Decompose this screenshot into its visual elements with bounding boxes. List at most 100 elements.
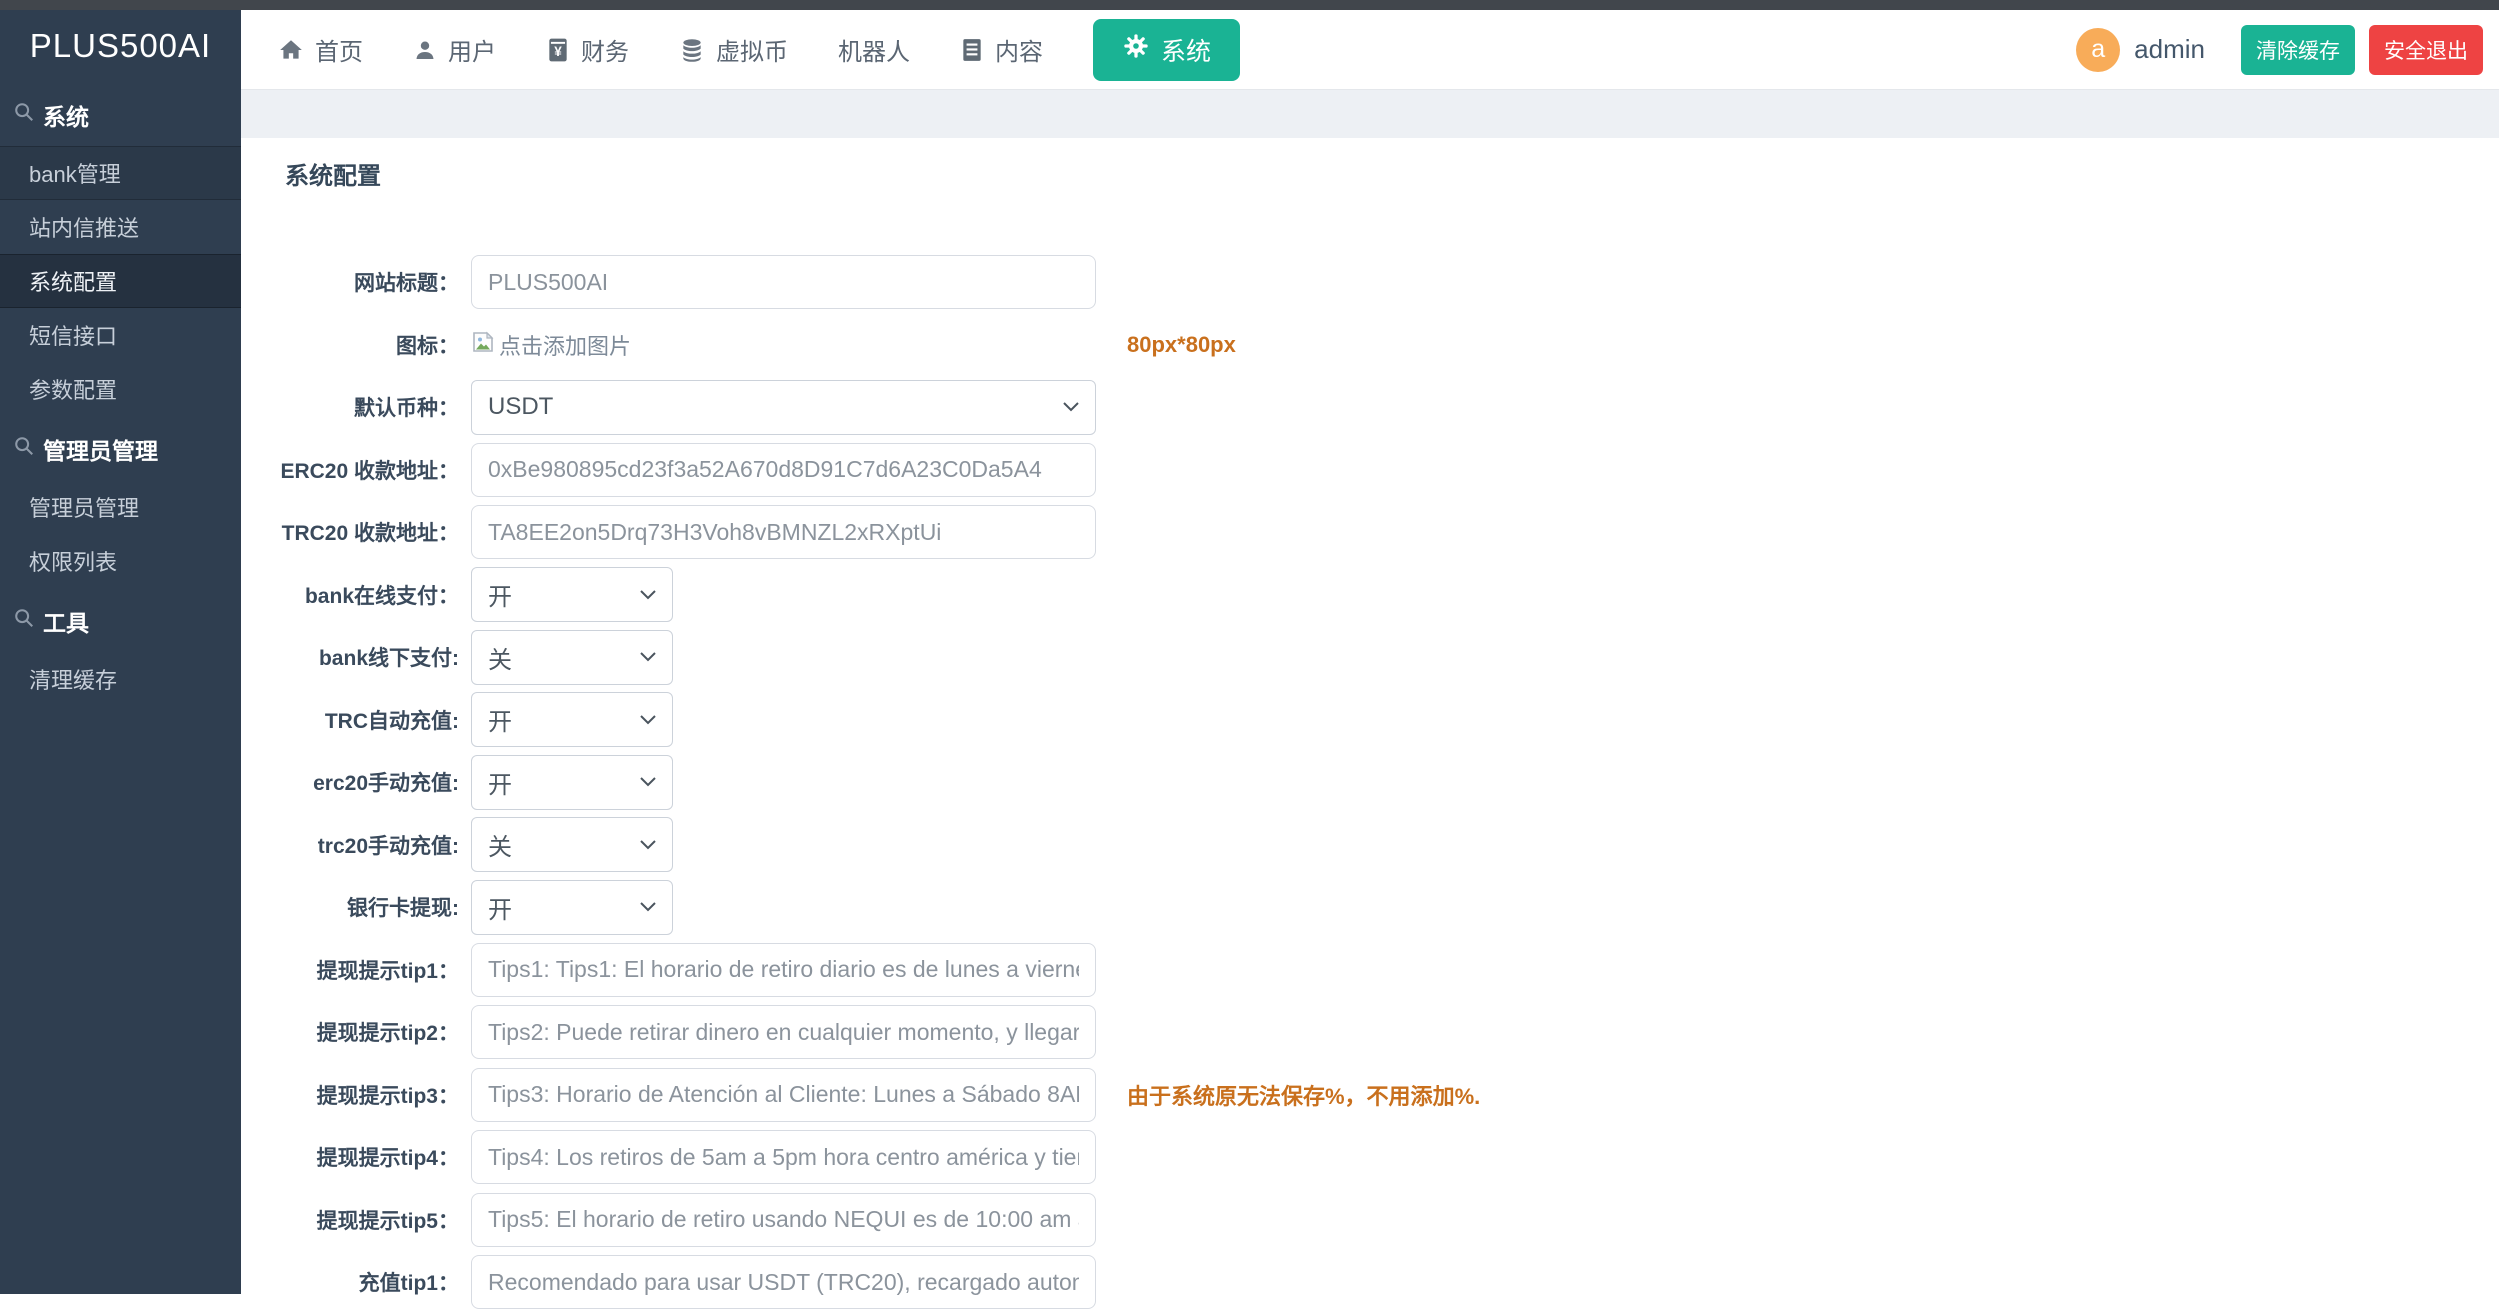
- main-content: 系统配置 网站标题：图标：点击添加图片80px*80px默认币种：USDTERC…: [241, 138, 2499, 1294]
- withdraw-tip2-input[interactable]: [471, 1005, 1096, 1059]
- form-row-bankcard-withdraw: 银行卡提现:开: [241, 876, 2499, 939]
- sidebar-item-site-message[interactable]: 站内信推送: [0, 200, 241, 254]
- search-icon: [13, 435, 35, 463]
- form-row-erc20-address: ERC20 收款地址：: [241, 439, 2499, 502]
- trc20-manual-select[interactable]: 关: [471, 817, 673, 872]
- nav-item-finance[interactable]: ¥财务: [546, 32, 629, 67]
- sidebar-item-admin-manage[interactable]: 管理员管理: [0, 480, 241, 534]
- withdraw-tip5-input[interactable]: [471, 1193, 1096, 1247]
- content-spacer: [241, 90, 2499, 138]
- form-row-site-icon: 图标：点击添加图片80px*80px: [241, 314, 2499, 377]
- main-nav: 首页 用户 ¥财务 虚拟币 机器人 内容 系统: [278, 19, 1280, 81]
- avatar[interactable]: a: [2076, 28, 2120, 72]
- form-row-site-title: 网站标题：: [241, 251, 2499, 314]
- sidebar-section-1[interactable]: 管理员管理: [0, 416, 241, 480]
- chevron-down-icon: [640, 777, 656, 787]
- nav-right: a admin 清除缓存 安全退出: [2076, 25, 2483, 75]
- nav-item-label: 用户: [448, 32, 496, 67]
- withdraw-tip4-input[interactable]: [471, 1130, 1096, 1184]
- chevron-down-icon: [640, 840, 656, 850]
- field-label: TRC自动充值:: [241, 705, 471, 735]
- field-label: ERC20 收款地址：: [241, 455, 471, 485]
- nav-item-home[interactable]: 首页: [278, 32, 363, 67]
- nav-item-label: 财务: [581, 32, 629, 67]
- form-row-bank-offline-pay: bank线下支付:关: [241, 626, 2499, 689]
- chevron-down-icon: [640, 715, 656, 725]
- form-row-bank-online-pay: bank在线支付： 开: [241, 564, 2499, 627]
- form-row-erc20-manual: erc20手动充值: 开: [241, 751, 2499, 814]
- sidebar-item-perm-list[interactable]: 权限列表: [0, 534, 241, 588]
- nav-item-contentm[interactable]: 内容: [960, 32, 1043, 67]
- sidebar-section-2[interactable]: 工具: [0, 588, 241, 652]
- default-currency-select[interactable]: USDT: [471, 380, 1096, 435]
- chevron-down-icon: [640, 590, 656, 600]
- withdraw-tip1-input[interactable]: [471, 943, 1096, 997]
- form-row-withdraw-tip3: 提现提示tip3：由于系统原无法保存%，不用添加%.: [241, 1064, 2499, 1127]
- sidebar-item-label: 清理缓存: [29, 663, 117, 695]
- withdraw-tip3-note: 由于系统原无法保存%，不用添加%.: [1127, 1079, 1480, 1111]
- top-strip: [0, 0, 2499, 10]
- select-value: 开: [488, 765, 512, 800]
- bank-online-pay-select[interactable]: 开: [471, 567, 673, 622]
- form-row-withdraw-tip2: 提现提示tip2：: [241, 1001, 2499, 1064]
- system-config-form: 网站标题：图标：点击添加图片80px*80px默认币种：USDTERC20 收款…: [241, 251, 2499, 1314]
- top-nav: 首页 用户 ¥财务 虚拟币 机器人 内容 系统 a admin 清除缓存 安全退出: [241, 10, 2499, 90]
- nav-item-label: 系统: [1161, 32, 1211, 68]
- field-label: trc20手动充值:: [241, 830, 471, 860]
- sidebar-item-label: 管理员管理: [29, 491, 139, 523]
- withdraw-tip3-input[interactable]: [471, 1068, 1096, 1122]
- select-value: USDT: [488, 393, 553, 421]
- field-label: erc20手动充值:: [241, 767, 471, 797]
- recharge-tip1-input[interactable]: [471, 1255, 1096, 1309]
- nav-item-system[interactable]: 系统: [1093, 19, 1240, 81]
- sidebar-item-sms-api[interactable]: 短信接口: [0, 308, 241, 362]
- nav-item-label: 首页: [315, 32, 363, 67]
- select-value: 开: [488, 702, 512, 737]
- trc20-address-input[interactable]: [471, 505, 1096, 559]
- search-icon: [13, 101, 35, 129]
- app-logo: PLUS500AI: [0, 10, 241, 82]
- field-label: bank在线支付：: [241, 580, 471, 610]
- sidebar-item-label: bank管理: [29, 157, 121, 189]
- bankcard-withdraw-select[interactable]: 开: [471, 880, 673, 935]
- chevron-down-icon: [640, 652, 656, 662]
- field-label: 充值tip1：: [241, 1267, 471, 1297]
- field-label: 提现提示tip4：: [241, 1142, 471, 1172]
- site-title-input[interactable]: [471, 255, 1096, 309]
- nav-item-users[interactable]: 用户: [413, 32, 496, 67]
- logout-button[interactable]: 安全退出: [2369, 25, 2483, 75]
- sidebar-item-param-config[interactable]: 参数配置: [0, 362, 241, 416]
- page-title: 系统配置: [285, 156, 2499, 191]
- sidebar-section-title: 系统: [43, 98, 89, 132]
- site-icon-note: 80px*80px: [1127, 332, 1236, 358]
- sidebar-item-system-config[interactable]: 系统配置: [0, 254, 241, 308]
- trc-auto-recharge-select[interactable]: 开: [471, 692, 673, 747]
- erc20-address-input[interactable]: [471, 443, 1096, 497]
- select-value: 关: [488, 827, 512, 862]
- sidebar-menu: 系统bank管理站内信推送系统配置短信接口参数配置管理员管理管理员管理权限列表工…: [0, 82, 241, 706]
- select-value: 开: [488, 577, 512, 612]
- nav-item-crypto[interactable]: 虚拟币: [679, 32, 788, 67]
- site-icon-upload[interactable]: 点击添加图片: [471, 329, 631, 361]
- field-label: 网站标题：: [241, 267, 471, 297]
- coins-icon: [679, 37, 705, 63]
- form-row-recharge-tip1: 充值tip1：: [241, 1251, 2499, 1314]
- erc20-manual-select[interactable]: 开: [471, 755, 673, 810]
- form-row-withdraw-tip5: 提现提示tip5：: [241, 1189, 2499, 1252]
- sidebar-item-bank-manage[interactable]: bank管理: [0, 146, 241, 200]
- sidebar-section-0[interactable]: 系统: [0, 82, 241, 146]
- sidebar-item-clean-cache[interactable]: 清理缓存: [0, 652, 241, 706]
- nav-item-label: 虚拟币: [716, 32, 788, 67]
- sidebar: PLUS500AI 系统bank管理站内信推送系统配置短信接口参数配置管理员管理…: [0, 10, 241, 1294]
- nav-item-robot[interactable]: 机器人: [838, 32, 910, 67]
- clear-cache-button[interactable]: 清除缓存: [2241, 25, 2355, 75]
- bank-offline-pay-select[interactable]: 关: [471, 630, 673, 685]
- sidebar-item-label: 权限列表: [29, 545, 117, 577]
- field-label: 银行卡提现:: [241, 892, 471, 922]
- form-row-withdraw-tip4: 提现提示tip4：: [241, 1126, 2499, 1189]
- field-label: 提现提示tip5：: [241, 1205, 471, 1235]
- home-icon: [278, 37, 304, 63]
- field-label: 默认币种：: [241, 392, 471, 422]
- admin-username[interactable]: admin: [2134, 34, 2205, 65]
- content-icon: [960, 37, 984, 63]
